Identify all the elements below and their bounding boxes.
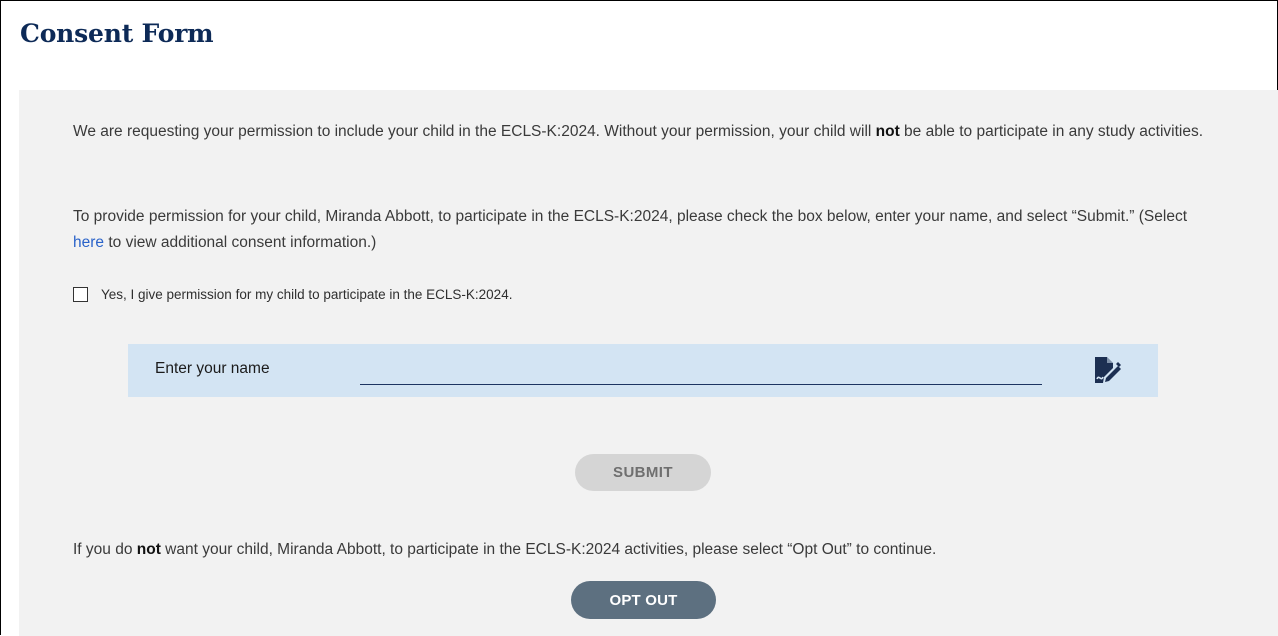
page-frame: Consent Form We are requesting your perm… (0, 0, 1278, 636)
name-input[interactable] (360, 358, 1042, 385)
intro-paragraph: We are requesting your permission to inc… (73, 119, 1213, 145)
instructions-text-end: to view additional consent information.) (104, 234, 377, 251)
intro-emphasis: not (875, 123, 900, 140)
opt-out-paragraph: If you do not want your child, Miranda A… (73, 537, 1213, 563)
intro-text-start: We are requesting your permission to inc… (73, 123, 876, 140)
name-entry-bar: Enter your name (128, 344, 1158, 397)
name-field-label: Enter your name (155, 360, 270, 377)
consent-panel: We are requesting your permission to inc… (19, 90, 1278, 636)
consent-checkbox-label: Yes, I give permission for my child to p… (101, 286, 513, 302)
page-title: Consent Form (20, 19, 214, 48)
instructions-text-start: To provide permission for your child, Mi… (73, 208, 1188, 225)
opt-out-emphasis: not (136, 541, 161, 558)
additional-info-link[interactable]: here (73, 234, 104, 251)
submit-button[interactable]: SUBMIT (575, 454, 711, 491)
opt-out-text-end: want your child, Miranda Abbott, to part… (160, 541, 937, 558)
intro-text-end: be able to participate in any study acti… (899, 123, 1204, 140)
consent-checkbox[interactable] (73, 287, 88, 302)
consent-checkbox-row[interactable]: Yes, I give permission for my child to p… (73, 286, 512, 302)
signature-icon (1095, 357, 1121, 383)
instructions-paragraph: To provide permission for your child, Mi… (73, 204, 1213, 256)
opt-out-text-start: If you do (73, 541, 137, 558)
opt-out-button[interactable]: OPT OUT (571, 581, 716, 619)
